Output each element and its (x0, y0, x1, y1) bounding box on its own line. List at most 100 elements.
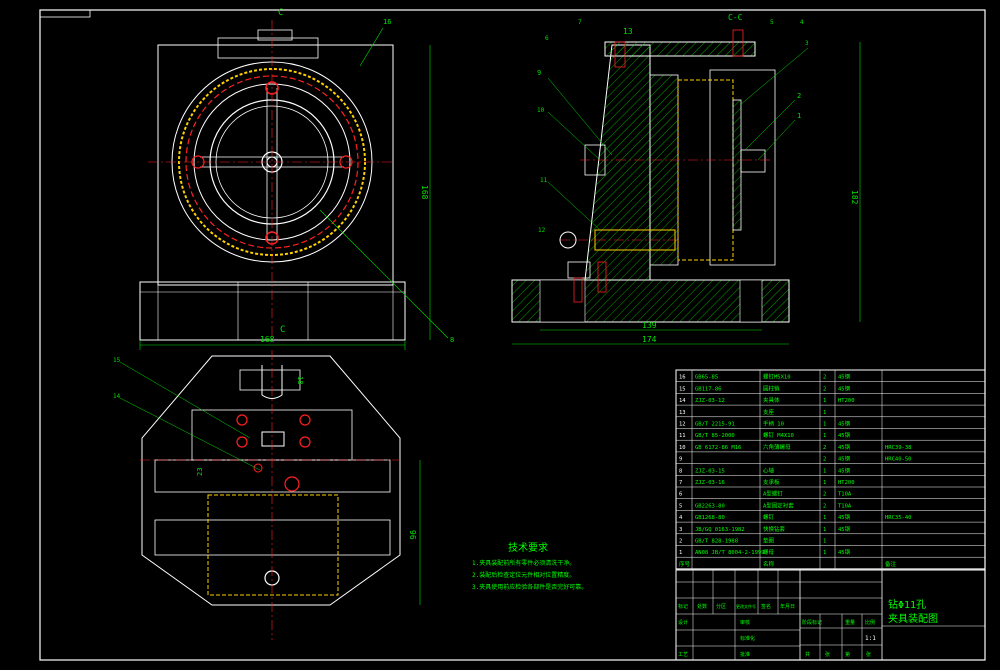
parts-cell-index: 10 (679, 445, 686, 451)
side-label-6: 6 (545, 35, 549, 42)
parts-cell-qty: 1 (823, 515, 826, 521)
notes-line-1: 1.夹具装配前所有零件必须清洗干净。 (472, 559, 575, 567)
parts-cell-qty: 2 (823, 375, 826, 381)
parts-cell-name: A型螺钉 (763, 490, 783, 498)
parts-cell-material: 45钢 (838, 384, 851, 392)
parts-cell-name: 螺钉M5X10 (763, 373, 791, 381)
parts-cell-index: 12 (679, 422, 686, 428)
parts-cell-note: HRC35-40 (885, 515, 912, 521)
title-block-label-standard: 标准化 (740, 635, 755, 642)
parts-cell-qty: 2 (823, 492, 826, 498)
notes-line-3: 3.夹具使用前应检验各部件是否完好可靠。 (472, 583, 587, 591)
side-label-7: 7 (578, 19, 582, 26)
parts-cell-qty: 1 (823, 398, 826, 404)
parts-cell-material: T10A (838, 492, 852, 498)
section-label-cc: C-C (728, 13, 743, 22)
parts-cell-material: 45钢 (838, 373, 851, 381)
title-block-label-process: 工艺 (678, 652, 688, 658)
title-block-label-approve: 批准 (740, 651, 750, 658)
side-label-1: 1 (797, 112, 801, 120)
parts-cell-name: 垫圈 (763, 537, 775, 545)
front-height-dim: 168 (420, 185, 429, 200)
parts-cell-material: T10A (838, 503, 852, 509)
parts-cell-material: 45钢 (838, 443, 851, 451)
parts-cell-note: HRC40-50 (885, 457, 912, 463)
parts-cell-code: GB/T 2215-91 (695, 422, 735, 428)
parts-cell-code: JB/GQ 0163-1982 (695, 527, 745, 533)
parts-cell-material: 45钢 (838, 455, 851, 463)
title-block-scale-value: 1:1 (865, 635, 876, 642)
title-block-label-review: 审核 (740, 619, 750, 626)
title-block-label-weight: 重量 (845, 619, 855, 626)
notes-line-2: 2.装配后检查定位元件相对位置精度。 (472, 571, 575, 579)
parts-cell-index: 6 (679, 492, 682, 498)
parts-cell-code: ZJZ-03-12 (695, 398, 725, 404)
top-slot-dim: 18 (296, 376, 304, 384)
side-label-5: 5 (770, 19, 774, 26)
parts-cell-material: 45钢 (838, 420, 851, 428)
parts-cell-name: 手柄 10 (763, 420, 784, 428)
side-overall-dim: 174 (642, 335, 657, 344)
title-block-label-zone: 分区 (716, 603, 726, 610)
parts-cell-name: A型固定衬套 (763, 501, 794, 509)
parts-cell-qty: 1 (823, 480, 826, 486)
parts-cell-index: 14 (679, 398, 686, 404)
parts-cell-index: 16 (679, 375, 686, 381)
leader-16: 16 (383, 18, 391, 26)
parts-header-index: 序号 (679, 560, 691, 568)
side-inner-dim: 139 (642, 321, 657, 330)
parts-cell-code: GB/T 85-2000 (695, 433, 735, 439)
title-block-label-sheets-a: 张 (825, 651, 830, 658)
side-height-dim: 182 (850, 190, 859, 205)
title-block-label-change: 更改文件号 (736, 603, 756, 609)
parts-cell-index: 8 (679, 468, 682, 474)
parts-cell-name: 支座 (763, 408, 775, 416)
parts-cell-name: 螺母 (763, 548, 775, 556)
drawing-title-2: 夹具装配图 (888, 612, 938, 625)
parts-cell-material: 45钢 (838, 466, 851, 474)
parts-cell-name: 螺钉 (763, 513, 775, 521)
parts-cell-qty: 1 (823, 422, 826, 428)
parts-cell-name: 支承板 (763, 478, 780, 486)
parts-cell-qty: 1 (823, 527, 826, 533)
parts-cell-index: 15 (679, 386, 686, 392)
parts-cell-code: GB2263-80 (695, 503, 725, 509)
top-depth-dim: 96 (408, 530, 417, 540)
parts-cell-index: 5 (679, 503, 682, 509)
parts-cell-code: GB 6172-86 M16 (695, 445, 741, 451)
parts-cell-qty: 1 (823, 550, 826, 556)
parts-cell-index: 2 (679, 539, 682, 545)
title-block-label-date: 年月日 (780, 603, 795, 610)
drawing-canvas: C C 168 168 16 8 C-C 13 7 6 5 4 3 2 1 9 … (0, 0, 1000, 666)
section-mark-top: C (278, 8, 283, 18)
parts-cell-index: 7 (679, 480, 682, 486)
parts-cell-index: 13 (679, 410, 686, 416)
parts-cell-code: AN08 JB/T 8004-2-1999 (695, 550, 765, 556)
drawing-title-1: 钻Φ11孔 (888, 598, 926, 611)
leader-8: 8 (450, 336, 454, 344)
side-label-4: 4 (800, 19, 804, 26)
parts-cell-code: GB117-86 (695, 386, 722, 392)
top-offset-dim: 23 (196, 468, 204, 476)
parts-cell-index: 11 (679, 433, 686, 439)
parts-cell-qty: 2 (823, 445, 826, 451)
parts-cell-name: 心轴 (763, 466, 775, 474)
side-label-10: 10 (537, 107, 545, 114)
parts-cell-name: 六角薄螺母 (763, 443, 791, 451)
parts-cell-qty: 1 (823, 468, 826, 474)
parts-cell-name: 快换钻套 (763, 525, 786, 533)
title-block-label-scale: 比例 (865, 619, 875, 626)
parts-cell-qty: 1 (823, 539, 826, 545)
parts-cell-material: HT200 (838, 398, 855, 404)
parts-cell-material: 45钢 (838, 513, 851, 521)
parts-cell-name: 圆柱销 (763, 384, 780, 392)
parts-cell-qty: 1 (823, 410, 826, 416)
side-label-3: 3 (805, 40, 809, 47)
parts-cell-note: HRC39-38 (885, 445, 912, 451)
parts-cell-qty: 2 (823, 503, 826, 509)
section-mark-bottom: C (280, 325, 285, 335)
side-label-9: 9 (537, 69, 541, 77)
leader-15: 15 (113, 357, 121, 364)
title-block-label-sheets-b: 张 (866, 651, 871, 658)
parts-cell-code: ZJZ-03-15 (695, 468, 725, 474)
